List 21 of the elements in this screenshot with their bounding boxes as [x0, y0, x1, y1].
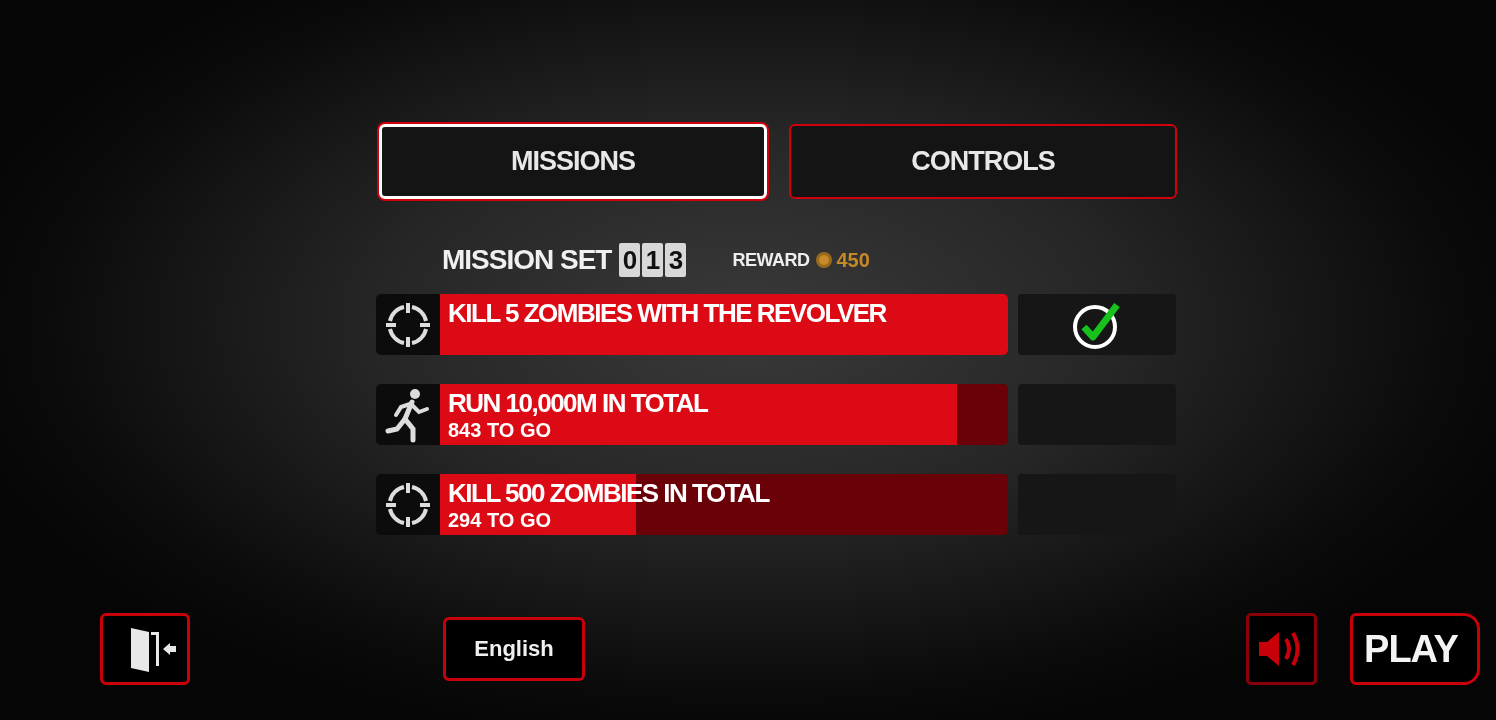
tab[interactable]: MISSIONS: [379, 124, 767, 199]
runner-icon: [376, 384, 440, 445]
mission-set-label: MISSION SET: [442, 244, 612, 276]
language-button[interactable]: English: [443, 617, 585, 681]
sound-button[interactable]: [1246, 613, 1317, 685]
digit-tile: 3: [665, 243, 687, 277]
exit-button[interactable]: [100, 613, 190, 685]
crosshair-icon: [376, 474, 440, 535]
coin-icon: [815, 251, 834, 269]
digit-tile: 0: [619, 243, 641, 277]
reward-label: REWARD: [732, 249, 810, 271]
mission-remaining: 843 TO GO: [448, 419, 552, 441]
crosshair-icon: [376, 294, 440, 355]
mission-title: KILL 5 ZOMBIES WITH THE REVOLVER: [448, 297, 888, 329]
play-button[interactable]: PLAY: [1350, 613, 1480, 685]
reward-amount: 450: [836, 248, 870, 272]
mission-title: RUN 10,000M IN TOTAL: [448, 387, 709, 419]
tab[interactable]: CONTROLS: [789, 124, 1177, 199]
digit-tile: 1: [642, 243, 664, 277]
mission-title: KILL 500 ZOMBIES IN TOTAL: [448, 477, 771, 509]
mission-remaining: 294 TO GO: [448, 509, 552, 531]
